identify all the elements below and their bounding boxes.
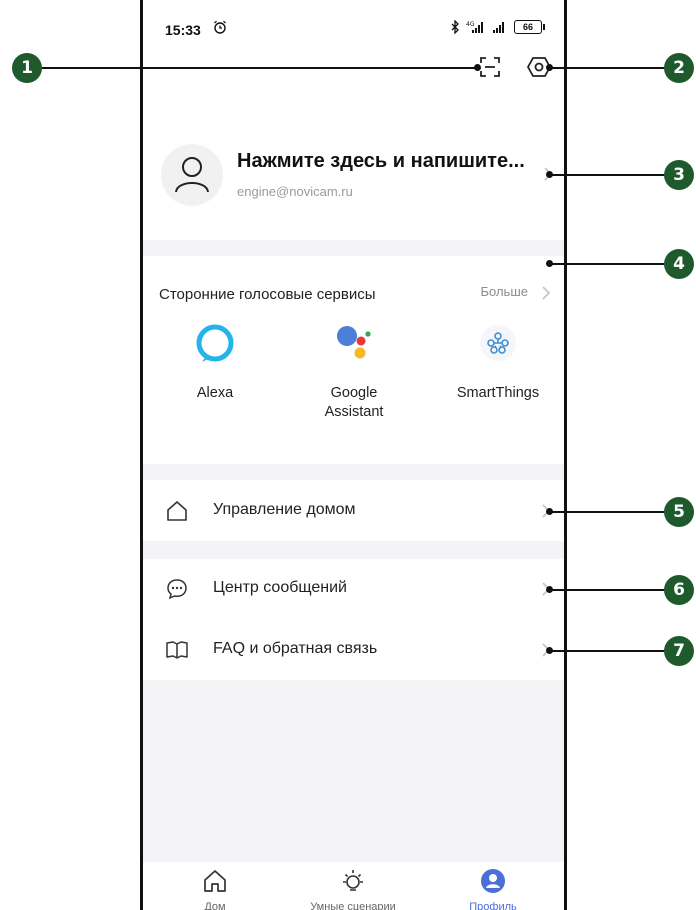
bottom-nav: Дом Умные сценарии Профиль xyxy=(143,862,564,910)
signal-4g-icon: 4G xyxy=(466,21,483,33)
row-label: FAQ и обратная связь xyxy=(213,640,378,657)
user-icon xyxy=(175,157,209,193)
house-icon xyxy=(167,501,187,521)
callout-line xyxy=(550,263,670,265)
callout-badge: 2 xyxy=(664,53,694,83)
voice-services-more-link[interactable]: Больше xyxy=(481,284,529,299)
callout-dot xyxy=(546,260,553,267)
signal-icon xyxy=(493,22,504,33)
profile-card[interactable]: Нажмите здесь и напишите... engine@novic… xyxy=(143,132,564,240)
callout-badge: 3 xyxy=(664,160,694,190)
service-label: Alexa xyxy=(196,385,234,401)
svg-text:4G: 4G xyxy=(466,21,475,28)
row-home-management[interactable]: Управление домом xyxy=(143,481,564,541)
service-alexa[interactable]: Alexa xyxy=(150,316,280,403)
profile-name[interactable]: Нажмите здесь и напишите... xyxy=(237,150,525,173)
row-faq-feedback[interactable]: FAQ и обратная связь xyxy=(143,620,564,680)
callout-dot xyxy=(546,647,553,654)
service-google-assistant[interactable]: Google Assistant xyxy=(289,316,419,422)
row-message-center[interactable]: Центр сообщений xyxy=(143,559,564,619)
profile-icon xyxy=(481,869,505,893)
status-icons: 4G 66 xyxy=(450,20,545,34)
book-icon xyxy=(166,641,188,659)
nav-label: Умные сценарии xyxy=(310,901,396,910)
row-label: Центр сообщений xyxy=(213,579,347,596)
callout-badge: 7 xyxy=(664,636,694,666)
service-label-line2: Assistant xyxy=(324,404,384,420)
callout-line xyxy=(550,589,670,591)
row-label: Управление домом xyxy=(213,501,356,518)
empty-area xyxy=(143,680,564,862)
callout-dot xyxy=(546,171,553,178)
nav-label: Дом xyxy=(204,901,226,910)
callout-dot xyxy=(546,64,553,71)
status-time: 15:33 xyxy=(165,22,201,38)
section-divider xyxy=(143,541,564,559)
callout-dot xyxy=(546,586,553,593)
service-label-line1: Google xyxy=(330,385,378,401)
scan-icon[interactable] xyxy=(478,55,502,79)
status-bar: 15:33 4G 66 xyxy=(143,0,564,60)
nav-scenarios[interactable]: Умные сценарии xyxy=(293,868,413,910)
battery-indicator: 66 xyxy=(514,20,545,34)
service-label: SmartThings xyxy=(456,385,540,401)
phone-screen: 15:33 4G 66 Нажмите здесь и напишите... … xyxy=(140,0,567,910)
bluetooth-icon xyxy=(451,20,459,34)
callout-badge: 5 xyxy=(664,497,694,527)
voice-services-title: Сторонние голосовые сервисы xyxy=(159,286,376,303)
chevron-right-icon[interactable] xyxy=(541,286,551,300)
section-divider xyxy=(143,464,564,480)
callout-badge: 4 xyxy=(664,249,694,279)
home-icon xyxy=(204,870,226,892)
message-icon xyxy=(167,579,187,600)
alexa-icon xyxy=(188,316,242,370)
callout-badge: 1 xyxy=(12,53,42,83)
smartthings-icon xyxy=(471,316,525,370)
callout-badge: 6 xyxy=(664,575,694,605)
section-divider xyxy=(143,240,564,256)
callout-dot xyxy=(474,64,481,71)
sun-icon xyxy=(343,870,363,891)
nav-profile[interactable]: Профиль xyxy=(433,868,553,910)
callout-line xyxy=(550,174,670,176)
callout-line xyxy=(550,511,670,513)
profile-email: engine@novicam.ru xyxy=(237,184,353,199)
nav-label: Профиль xyxy=(469,901,517,910)
alarm-icon xyxy=(214,20,226,34)
voice-services-section: Сторонние голосовые сервисы Больше Alexa xyxy=(143,256,564,464)
google-assistant-icon xyxy=(327,316,381,370)
callout-line xyxy=(550,67,670,69)
avatar[interactable] xyxy=(161,144,223,206)
callout-line xyxy=(42,67,478,69)
callout-dot xyxy=(546,508,553,515)
service-smartthings[interactable]: SmartThings xyxy=(433,316,563,403)
nav-home[interactable]: Дом xyxy=(155,868,275,910)
callout-line xyxy=(550,650,670,652)
